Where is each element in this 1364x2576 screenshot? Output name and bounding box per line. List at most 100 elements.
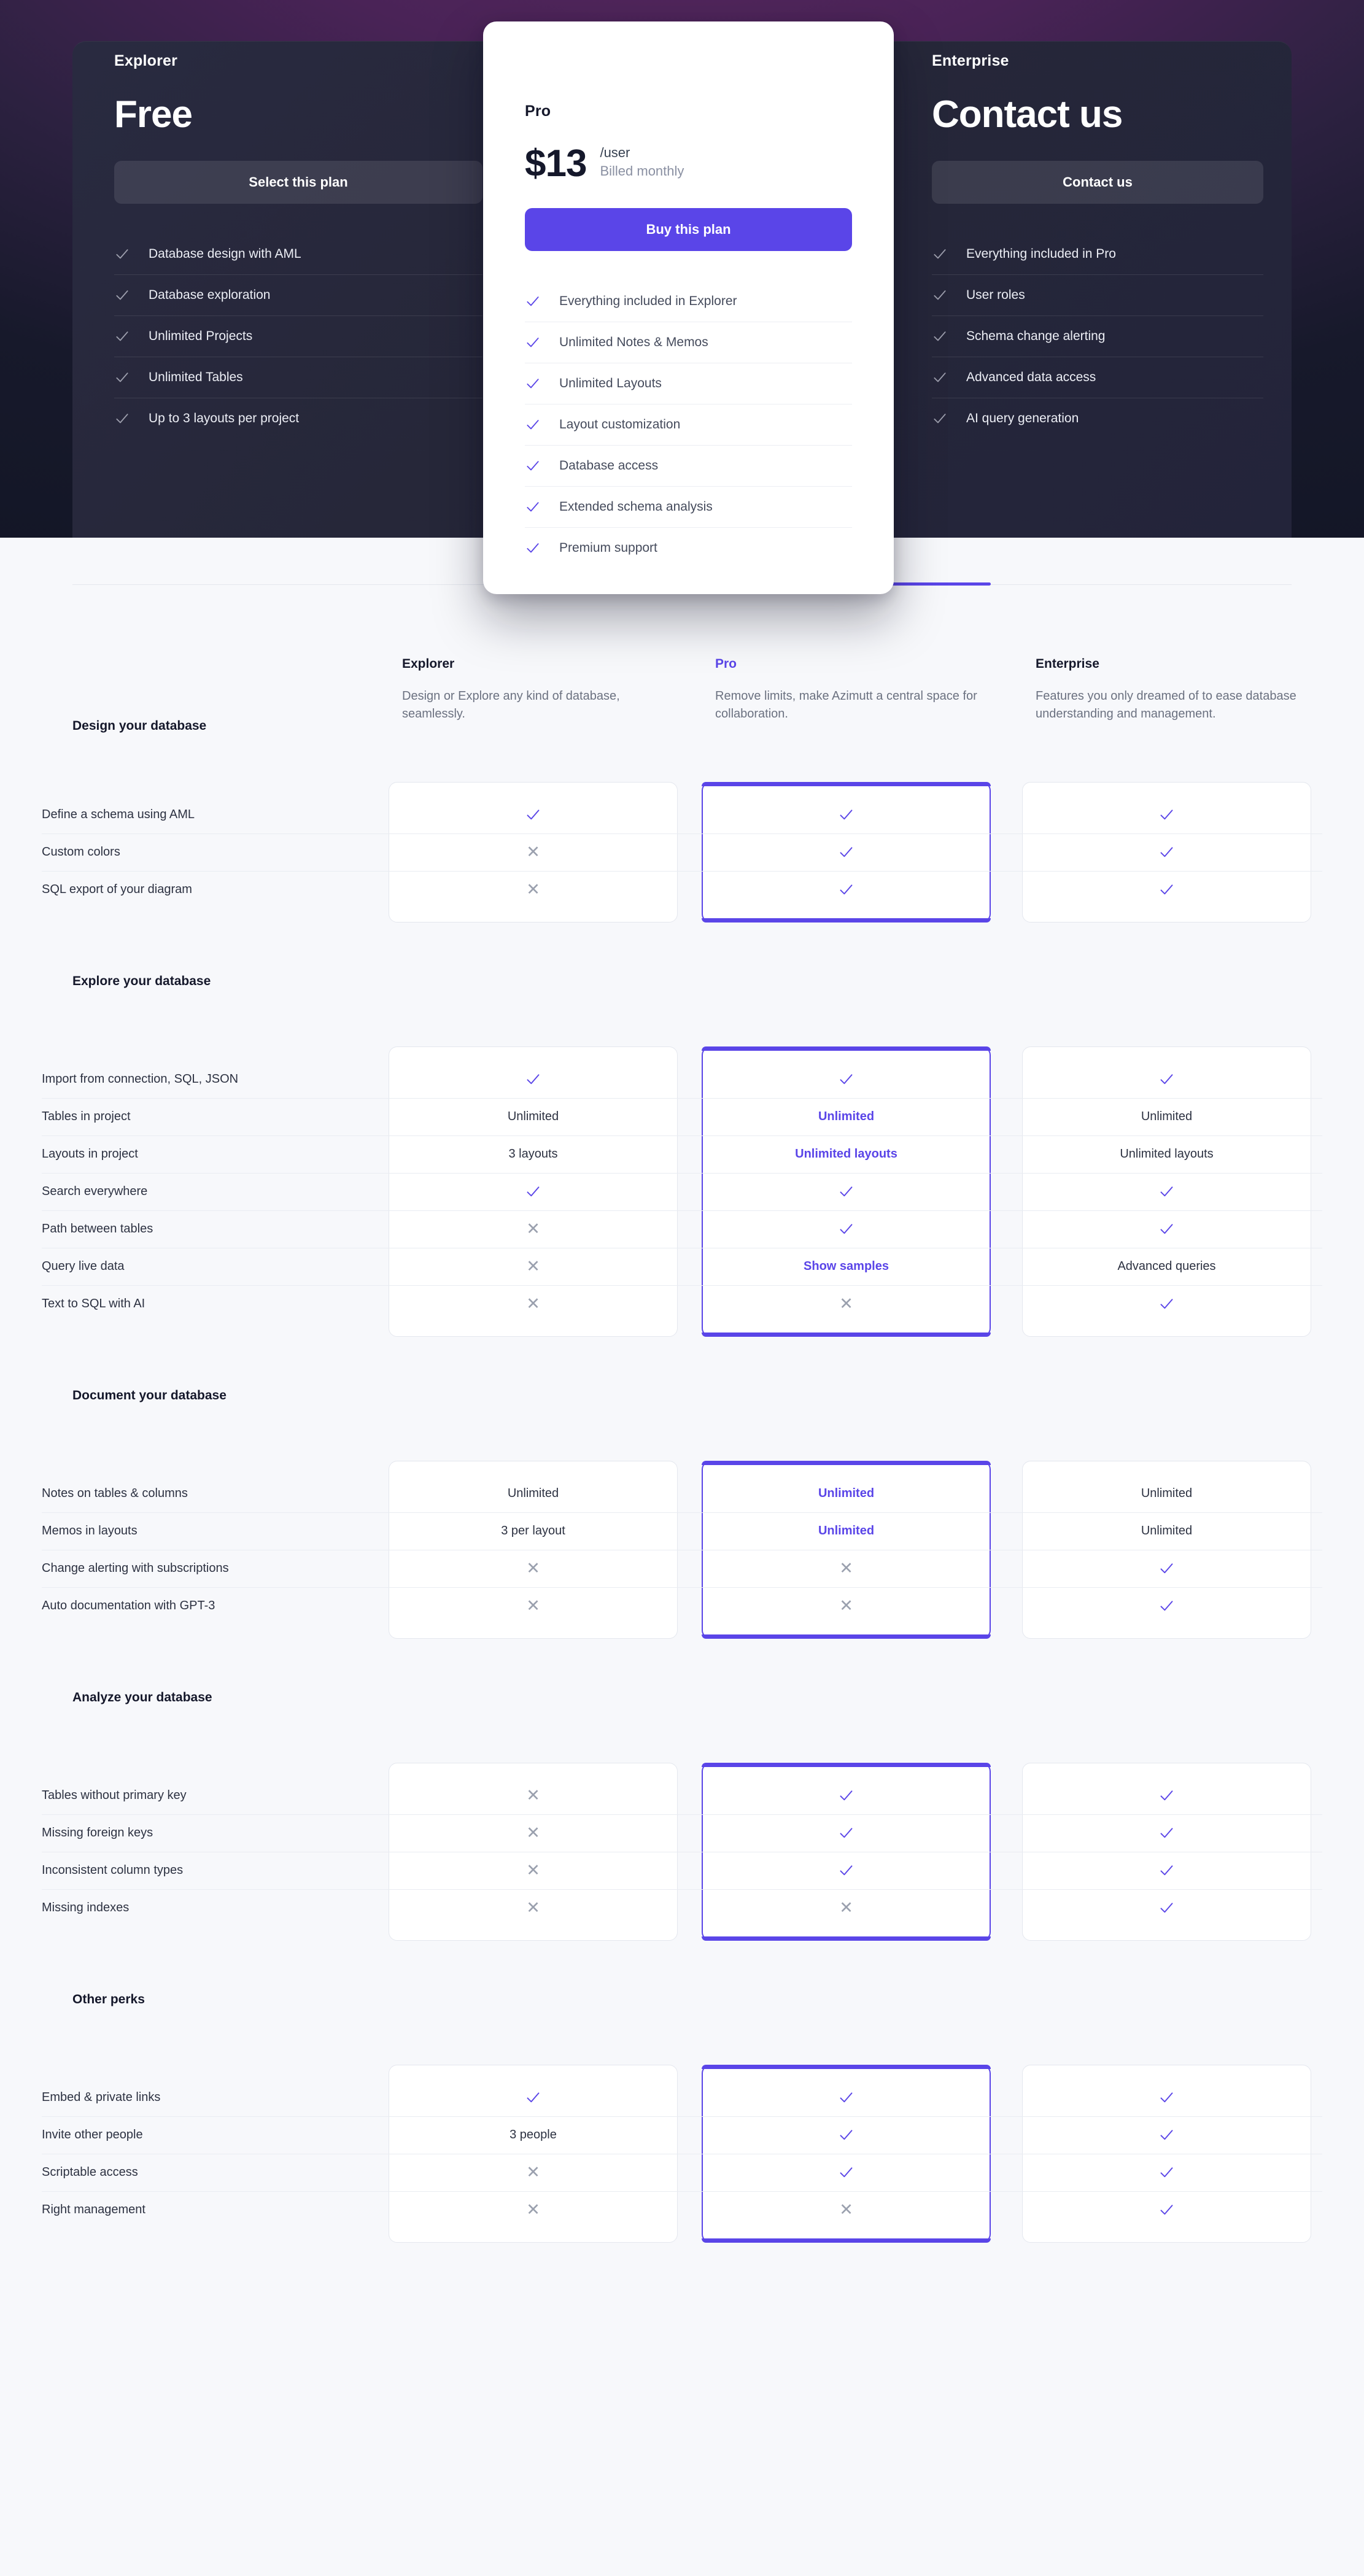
check-icon	[525, 499, 541, 515]
feature-label: Unlimited Tables	[149, 370, 243, 384]
cell-value: Unlimited	[507, 1110, 559, 1123]
cell-explorer: 3 people	[389, 2116, 678, 2154]
check-icon	[525, 540, 541, 556]
feature-item: Unlimited Notes & Memos	[525, 322, 852, 363]
explorer-plan-name: Explorer	[114, 52, 178, 69]
cell-enterprise	[1022, 1889, 1311, 1927]
select-this-plan-button[interactable]: Select this plan	[114, 161, 482, 204]
comparison-section: Other perks Embed & private links Invite o…	[0, 1973, 1364, 2275]
comparison-row: Embed & private links	[0, 2079, 1364, 2116]
pro-plan-name: Pro	[525, 102, 551, 120]
check-icon	[525, 1071, 541, 1088]
row-label: Invite other people	[42, 2128, 143, 2141]
cell-pro: Unlimited layouts	[702, 1135, 991, 1173]
plan-card-explorer: Explorer Free Select this plan Database …	[114, 0, 482, 497]
feature-label: Database design with AML	[149, 246, 301, 261]
plan-header-desc: Features you only dreamed of to ease dat…	[1036, 689, 1296, 721]
cell-enterprise	[1022, 834, 1311, 871]
row-label: Custom colors	[42, 845, 120, 859]
cross-icon: ✕	[526, 1257, 540, 1275]
feature-item: Advanced data access	[932, 357, 1263, 398]
plan-header-name: Enterprise	[1036, 657, 1099, 671]
cross-icon: ✕	[526, 2163, 540, 2181]
comparison-section: Explorer Design or Explore any kind of da…	[0, 538, 1364, 954]
feature-item: Unlimited Layouts	[525, 363, 852, 404]
row-label: Memos in layouts	[42, 1524, 138, 1537]
cell-value: Unlimited	[507, 1487, 559, 1500]
cell-pro	[702, 834, 991, 871]
cell-value: Unlimited layouts	[1120, 1147, 1214, 1161]
check-icon	[1158, 881, 1175, 898]
row-label: Auto documentation with GPT-3	[42, 1599, 215, 1612]
feature-label: Up to 3 layouts per project	[149, 411, 300, 425]
cell-explorer: Unlimited	[389, 1475, 678, 1512]
hero-pricing-section: Explorer Free Select this plan Database …	[0, 0, 1364, 594]
cell-explorer: ✕	[389, 834, 678, 871]
cell-enterprise	[1022, 796, 1311, 834]
pro-price-unit: /user	[600, 145, 630, 160]
row-label: Import from connection, SQL, JSON	[42, 1072, 239, 1086]
comparison-row: Right management ✕ ✕	[0, 2191, 1364, 2229]
cell-explorer: ✕	[389, 1587, 678, 1625]
check-icon	[1158, 2127, 1175, 2143]
feature-label: Unlimited Notes & Memos	[559, 335, 708, 350]
contact-us-button[interactable]: Contact us	[932, 161, 1263, 204]
cross-icon: ✕	[526, 1294, 540, 1313]
cell-value: Unlimited	[1141, 1487, 1193, 1500]
cell-explorer	[389, 2079, 678, 2116]
cell-explorer: ✕	[389, 871, 678, 908]
check-icon	[932, 287, 948, 303]
row-label: Tables without primary key	[42, 1789, 187, 1802]
buy-this-plan-button[interactable]: Buy this plan	[525, 208, 852, 252]
feature-label: Unlimited Projects	[149, 329, 253, 343]
comparison-row: Layouts in project 3 layouts Unlimited lay…	[0, 1135, 1364, 1173]
check-icon	[1158, 1900, 1175, 1916]
cell-value: Show samples	[804, 1259, 889, 1273]
check-icon	[838, 2164, 854, 2181]
enterprise-plan-name: Enterprise	[932, 52, 1009, 69]
cell-value: Unlimited	[818, 1524, 875, 1537]
cell-pro: Unlimited	[702, 1098, 991, 1135]
comparison-section: Analyze your database Tables without prim…	[0, 1671, 1364, 1973]
cross-icon: ✕	[839, 1294, 853, 1313]
check-icon	[525, 1183, 541, 1200]
plan-card-pro: Pro $13 /user Billed monthly Buy this pl…	[483, 21, 894, 594]
row-label: Tables in project	[42, 1110, 131, 1123]
cell-pro	[702, 796, 991, 834]
cell-enterprise	[1022, 1777, 1311, 1814]
cell-explorer: ✕	[389, 1889, 678, 1927]
check-icon	[838, 1183, 854, 1200]
section-title: Design your database	[72, 719, 207, 733]
check-icon	[525, 335, 541, 350]
check-icon	[1158, 1071, 1175, 1088]
check-icon	[114, 328, 130, 344]
cell-explorer: Unlimited	[389, 1098, 678, 1135]
cell-enterprise	[1022, 1210, 1311, 1248]
cell-enterprise: Unlimited	[1022, 1475, 1311, 1512]
cell-value: Unlimited	[1141, 1524, 1193, 1537]
feature-item: Database access	[525, 445, 852, 486]
row-label: Right management	[42, 2203, 145, 2216]
cross-icon: ✕	[526, 2200, 540, 2219]
comparison-row: Custom colors ✕	[0, 834, 1364, 871]
comparison-row: Search everywhere	[0, 1173, 1364, 1210]
cell-enterprise	[1022, 2154, 1311, 2191]
feature-label: Everything included in Pro	[966, 246, 1116, 261]
comparison-plan-header-enterprise: Enterprise Features you only dreamed of t…	[1036, 657, 1318, 723]
check-icon	[838, 1221, 854, 1237]
cell-explorer: ✕	[389, 1248, 678, 1285]
cell-pro	[702, 2116, 991, 2154]
pro-price: $13	[525, 142, 587, 185]
section-title: Other perks	[72, 1992, 145, 2006]
row-label: Layouts in project	[42, 1147, 138, 1161]
check-icon	[1158, 806, 1175, 823]
cell-explorer: ✕	[389, 1285, 678, 1323]
comparison-row: Change alerting with subscriptions ✕ ✕	[0, 1550, 1364, 1587]
check-icon	[1158, 2164, 1175, 2181]
cell-pro	[702, 1814, 991, 1852]
cell-enterprise	[1022, 2116, 1311, 2154]
feature-label: User roles	[966, 288, 1025, 302]
feature-item: Unlimited Tables	[114, 357, 482, 398]
comparison-row: Import from connection, SQL, JSON	[0, 1061, 1364, 1098]
pro-billing-period: Billed monthly	[600, 163, 684, 179]
